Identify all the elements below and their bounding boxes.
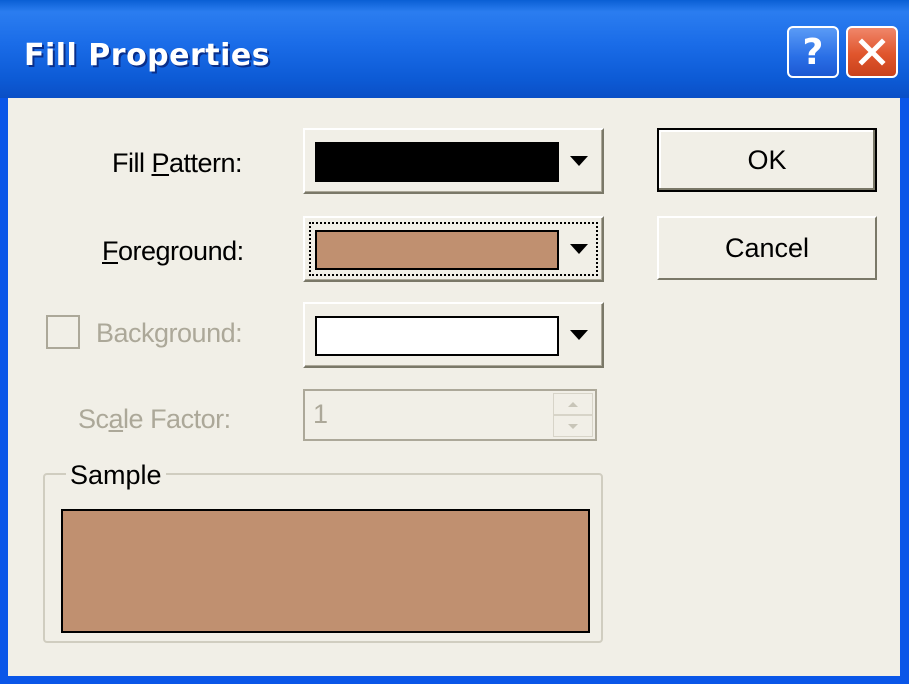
- sample-group-title: Sample: [66, 460, 166, 491]
- background-swatch: [315, 316, 559, 356]
- cancel-button[interactable]: Cancel: [657, 216, 877, 280]
- spin-down-button[interactable]: [553, 415, 593, 437]
- sample-preview: [61, 509, 590, 633]
- scale-factor-value: 1: [313, 399, 329, 429]
- background-checkbox[interactable]: [46, 315, 80, 349]
- chevron-down-icon: [570, 244, 588, 254]
- background-combo[interactable]: [303, 302, 604, 368]
- arrow-up-icon: [568, 401, 578, 407]
- chevron-down-icon: [570, 156, 588, 166]
- foreground-label: Foreground:: [102, 236, 244, 266]
- spin-up-button[interactable]: [553, 393, 593, 415]
- ok-button[interactable]: OK: [657, 128, 877, 192]
- scale-factor-spinner[interactable]: [553, 393, 593, 437]
- fill-pattern-label: Fill Pattern:: [112, 148, 243, 178]
- foreground-swatch: [315, 230, 559, 270]
- scale-factor-input[interactable]: 1: [303, 389, 597, 441]
- arrow-down-icon: [568, 423, 578, 429]
- scale-factor-label: Scale Factor:: [78, 404, 231, 434]
- background-label: Background:: [96, 318, 243, 348]
- foreground-combo[interactable]: [303, 216, 604, 282]
- fill-pattern-combo[interactable]: [303, 128, 604, 194]
- chevron-down-icon: [570, 330, 588, 340]
- fill-pattern-swatch: [315, 142, 559, 182]
